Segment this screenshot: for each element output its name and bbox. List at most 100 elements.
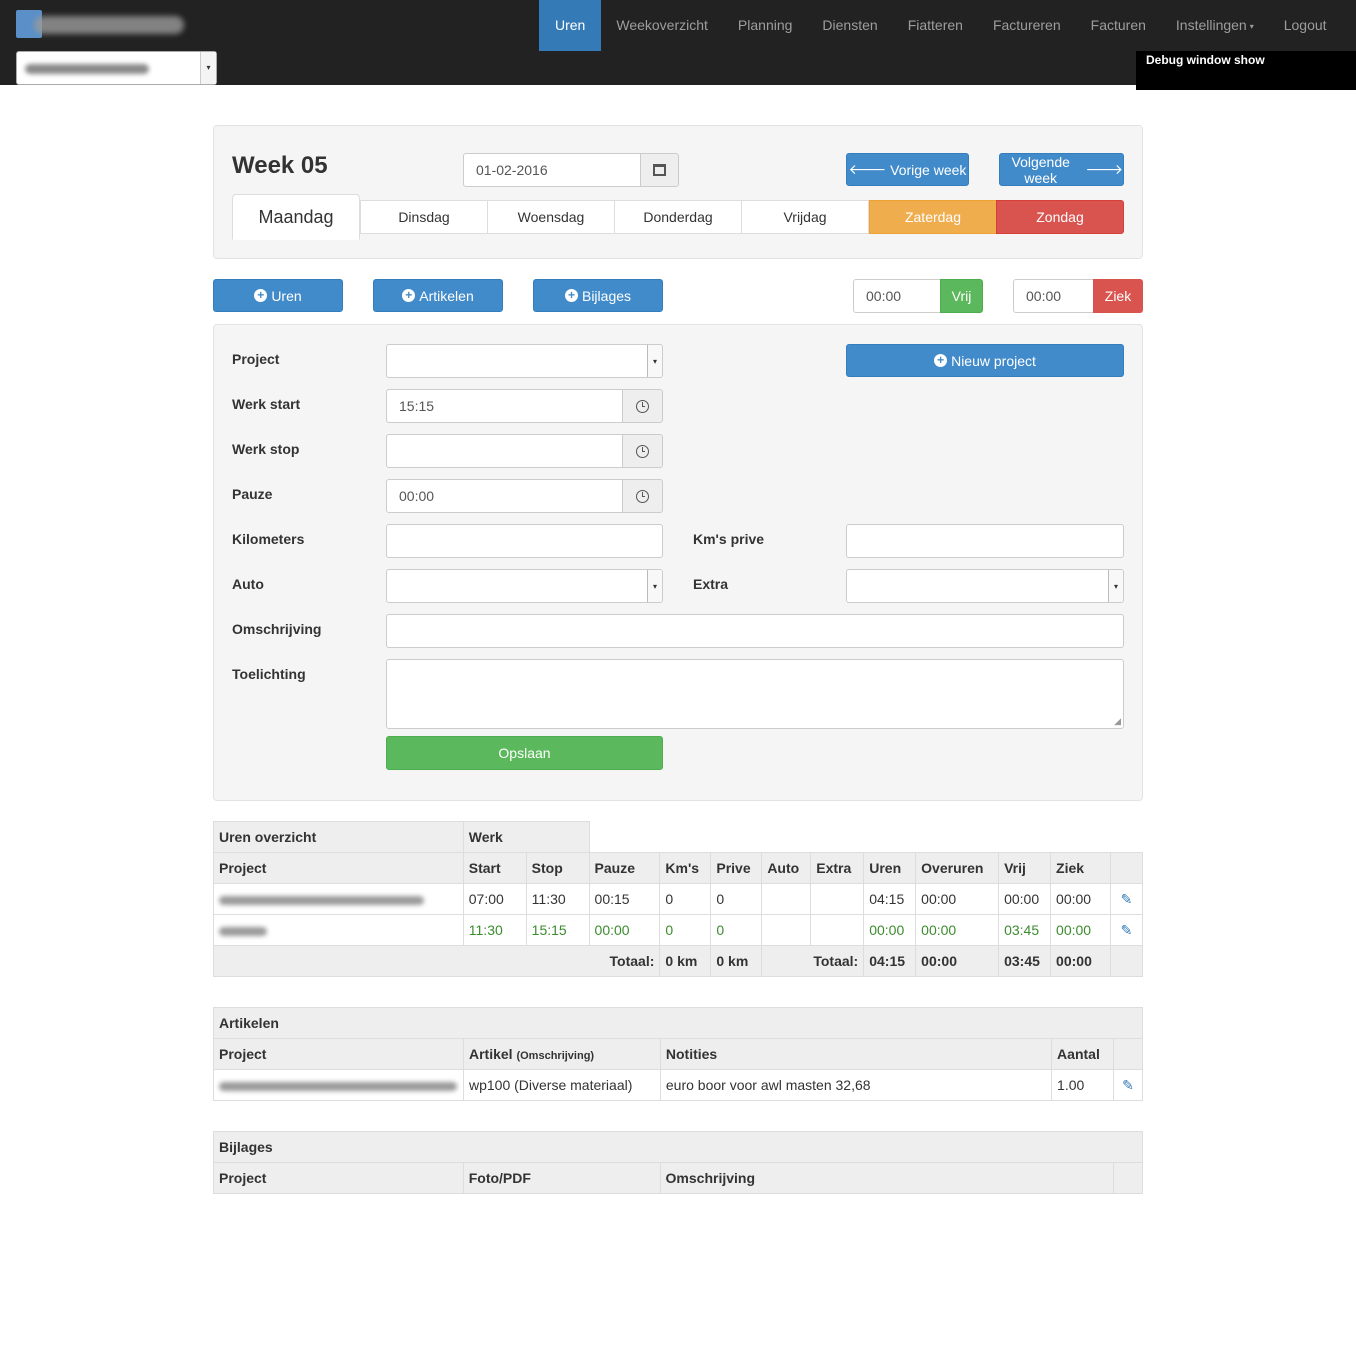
tab-maandag[interactable]: Maandag (232, 194, 360, 240)
werk-start-input[interactable]: 15:15 (386, 389, 623, 423)
uren-table-title: Uren overzicht (213, 821, 464, 853)
nav-item-factureren[interactable]: Factureren (978, 0, 1076, 51)
arrow-left-icon: 🡐 (848, 161, 887, 177)
toelichting-label: Toelichting (232, 666, 306, 682)
kilometers-input[interactable] (386, 524, 663, 558)
vrij-hours-input[interactable]: 00:00 (853, 279, 941, 313)
main-menu: Uren Weekoverzicht Planning Diensten Fia… (539, 0, 1342, 51)
col-artikel: Artikel (Omschrijving) (462, 1038, 661, 1070)
table-row: 07:00 11:30 00:15 0 0 04:15 00:00 00:00 … (213, 883, 1144, 915)
col-extra: Extra (810, 852, 865, 884)
debug-window-toggle[interactable]: Debug window show (1136, 51, 1356, 90)
artikel-cell: wp100 (Diverse materiaal) (462, 1069, 661, 1101)
plus-circle-icon: + (402, 289, 416, 302)
bijlages-table: Bijlages Project Foto/PDF Omschrijving (213, 1131, 1143, 1194)
pencil-icon: ✎ (1120, 921, 1133, 938)
werk-stop-label: Werk stop (232, 441, 300, 457)
chevron-down-icon: ▾ (647, 570, 662, 602)
pauze-label: Pauze (232, 486, 273, 502)
previous-week-button[interactable]: 🡐 Vorige week (846, 153, 969, 186)
chevron-down-icon: ▾ (1249, 21, 1254, 31)
col-omschrijving: Omschrijving (659, 1162, 1115, 1194)
project-select[interactable]: ▾ (386, 344, 663, 378)
werk-start-clock-button[interactable] (622, 389, 663, 423)
add-uren-label: Uren (271, 287, 302, 304)
tab-donderdag[interactable]: Donderdag (614, 200, 742, 234)
kms-cell: 0 (659, 914, 712, 946)
col-ziek: Ziek (1050, 852, 1111, 884)
col-stop: Stop (525, 852, 590, 884)
nav-item-uren[interactable]: Uren (539, 0, 602, 51)
plus-circle-icon: + (934, 354, 948, 367)
totaal-label: Totaal: (212, 945, 661, 977)
ziek-hours-input[interactable]: 00:00 (1013, 279, 1094, 313)
add-uren-button[interactable]: + Uren (213, 279, 343, 312)
edit-button[interactable]: ✎ (1113, 1069, 1143, 1101)
col-aantal: Aantal (1051, 1038, 1114, 1070)
prive-cell: 0 (710, 883, 763, 915)
save-button[interactable]: Opslaan (386, 736, 663, 770)
clock-icon (636, 399, 649, 413)
edit-button[interactable]: ✎ (1109, 914, 1144, 946)
edit-button[interactable]: ✎ (1109, 883, 1144, 915)
project-cell-redacted (213, 914, 464, 946)
vrij-cell: 00:00 (998, 883, 1052, 915)
tab-woensdag[interactable]: Woensdag (487, 200, 615, 234)
new-project-label: Nieuw project (951, 352, 1036, 369)
total-ziek: 00:00 (1050, 945, 1111, 977)
uren-cell: 04:15 (863, 883, 917, 915)
company-select[interactable]: ▾ (16, 51, 217, 85)
logo-text-redacted (34, 16, 184, 34)
vrij-button[interactable]: Vrij (940, 279, 983, 313)
calendar-button[interactable] (640, 153, 679, 187)
werk-stop-input[interactable] (386, 434, 623, 468)
nav-item-facturen[interactable]: Facturen (1076, 0, 1161, 51)
add-artikelen-button[interactable]: + Artikelen (373, 279, 503, 312)
add-artikelen-label: Artikelen (419, 287, 474, 304)
total-prive: 0 km (710, 945, 763, 977)
nav-item-instellingen[interactable]: Instellingen ▾ (1161, 0, 1269, 51)
tab-zondag[interactable]: Zondag (996, 200, 1124, 234)
auto-select[interactable]: ▾ (386, 569, 663, 603)
omschrijving-label: Omschrijving (232, 621, 322, 637)
uren-cell: 00:00 (863, 914, 917, 946)
pencil-icon: ✎ (1122, 1076, 1134, 1093)
total-spacer (1109, 945, 1144, 977)
col-overuren: Overuren (915, 852, 1000, 884)
col-actions (1113, 1038, 1143, 1070)
tab-vrijdag[interactable]: Vrijdag (741, 200, 869, 234)
toelichting-textarea[interactable]: ◢ (386, 659, 1124, 729)
tab-dinsdag[interactable]: Dinsdag (360, 200, 488, 234)
resize-handle-icon[interactable]: ◢ (1114, 716, 1121, 727)
nav-item-fiatteren[interactable]: Fiatteren (893, 0, 978, 51)
top-navbar: ▾ Uren Weekoverzicht Planning Diensten F… (0, 0, 1356, 90)
prive-cell: 0 (710, 914, 763, 946)
ziek-button[interactable]: Ziek (1093, 279, 1143, 313)
nav-item-weekoverzicht[interactable]: Weekoverzicht (601, 0, 723, 51)
nav-item-diensten[interactable]: Diensten (807, 0, 892, 51)
add-bijlages-button[interactable]: + Bijlages (533, 279, 663, 312)
kms-prive-input[interactable] (846, 524, 1124, 558)
kms-prive-label: Km's prive (693, 531, 765, 547)
nav-item-planning[interactable]: Planning (723, 0, 808, 51)
arrow-right-icon: 🡒 (1085, 161, 1123, 177)
tab-zaterdag[interactable]: Zaterdag (869, 200, 997, 234)
overuren-cell: 00:00 (915, 883, 1000, 915)
project-cell-redacted (213, 1069, 464, 1101)
new-project-button[interactable]: + Nieuw project (846, 344, 1124, 377)
nav-item-instellingen-label: Instellingen (1175, 17, 1247, 33)
nav-item-logout[interactable]: Logout (1269, 0, 1342, 51)
extra-select[interactable]: ▾ (846, 569, 1124, 603)
project-label: Project (232, 351, 280, 367)
pauze-clock-button[interactable] (622, 479, 663, 513)
start-cell: 11:30 (462, 914, 527, 946)
vrij-cell: 03:45 (998, 914, 1052, 946)
omschrijving-input[interactable] (386, 614, 1124, 648)
pauze-input[interactable]: 00:00 (386, 479, 623, 513)
werk-stop-clock-button[interactable] (622, 434, 663, 468)
app-logo[interactable] (16, 8, 186, 38)
col-uren: Uren (863, 852, 917, 884)
next-week-button[interactable]: Volgende week 🡒 (999, 153, 1124, 186)
week-date-input[interactable]: 01-02-2016 (463, 153, 641, 187)
col-pauze: Pauze (588, 852, 661, 884)
